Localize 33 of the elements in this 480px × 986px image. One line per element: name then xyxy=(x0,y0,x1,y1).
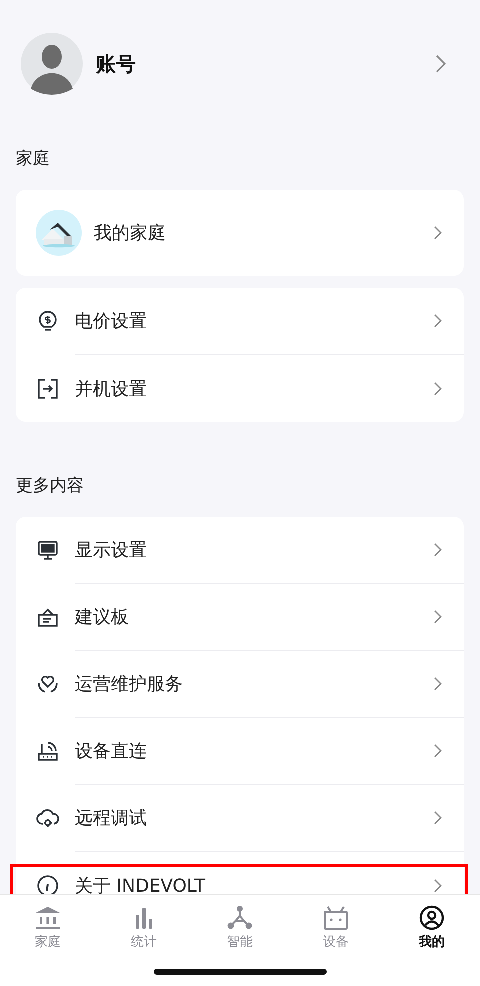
settings-label[interactable]: 运营维护服务 xyxy=(75,672,183,696)
tab[interactable]: 我的 xyxy=(384,905,480,951)
nodes-icon xyxy=(227,905,253,931)
settings-label[interactable]: 电价设置 xyxy=(75,309,147,333)
chevron-icon[interactable] xyxy=(434,382,442,396)
settings-label[interactable]: 远程调试 xyxy=(75,806,147,830)
user-circle-icon xyxy=(419,905,445,931)
settings-label[interactable]: 建议板 xyxy=(75,605,129,629)
chevron-icon[interactable] xyxy=(434,878,442,892)
chevron-icon[interactable] xyxy=(434,744,442,758)
settings-label[interactable]: 设备直连 xyxy=(75,739,147,763)
settings-label[interactable]: 我的家庭 xyxy=(94,221,166,245)
settings-label[interactable]: 关于 INDEVOLT xyxy=(75,874,206,895)
building-icon xyxy=(35,905,61,931)
section-title: 家庭 xyxy=(16,148,51,170)
chevron-icon[interactable] xyxy=(436,55,446,73)
chevron-icon[interactable] xyxy=(434,677,442,691)
info-icon xyxy=(36,874,60,895)
chevron-icon[interactable] xyxy=(434,610,442,624)
chevron-icon[interactable] xyxy=(434,543,442,557)
section-title: 更多内容 xyxy=(16,475,85,497)
monitor-icon xyxy=(36,538,60,562)
chevron-icon[interactable] xyxy=(434,811,442,825)
settings-label[interactable]: 显示设置 xyxy=(75,538,147,562)
lightbulb-icon xyxy=(36,310,60,334)
device-icon xyxy=(323,905,349,931)
chevron-icon[interactable] xyxy=(434,226,442,240)
account-name[interactable]: 账号 xyxy=(96,50,436,78)
transfer-icon xyxy=(36,376,60,400)
settings-label[interactable]: 并机设置 xyxy=(75,376,147,400)
chevron-icon[interactable] xyxy=(434,314,442,328)
avatar-icon xyxy=(21,33,83,95)
router-icon xyxy=(36,740,60,764)
